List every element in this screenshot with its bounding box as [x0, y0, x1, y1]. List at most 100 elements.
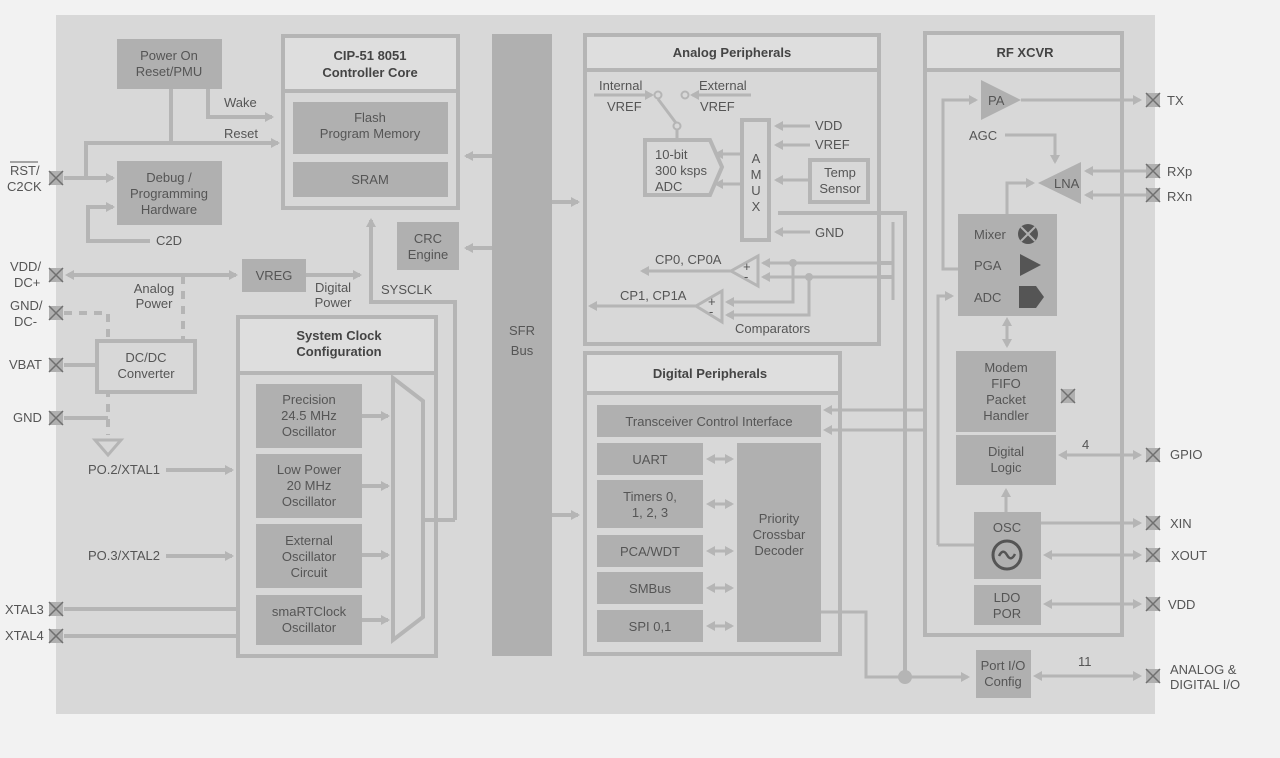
- pin-tx[interactable]: [1145, 92, 1161, 108]
- internal-vref-label-1: Internal: [599, 78, 642, 93]
- vreg-label: VREG: [256, 268, 293, 283]
- pin-label-tx: TX: [1167, 93, 1184, 108]
- por-label-2: Reset/PMU: [136, 64, 202, 79]
- pin-gnd-dc-minus[interactable]: [48, 305, 64, 321]
- cp1-label: CP1, CP1A: [620, 288, 687, 303]
- analog-title: Analog Peripherals: [673, 45, 791, 60]
- crc-label-1: CRC: [414, 231, 442, 246]
- ldo-label-2: POR: [993, 606, 1021, 621]
- amux-gnd-label: GND: [815, 225, 844, 240]
- tci-label: Transceiver Control Interface: [625, 414, 792, 429]
- pin-xtal3[interactable]: [48, 601, 64, 617]
- xtal2-label: PO.3/XTAL2: [88, 548, 160, 563]
- sysclk-label: SYSCLK: [381, 282, 433, 297]
- pin-label-rxn: RXn: [1167, 189, 1192, 204]
- wake-label: Wake: [224, 95, 257, 110]
- pga-label: PGA: [974, 258, 1002, 273]
- pin-xin[interactable]: [1145, 515, 1161, 531]
- controller-core-block: CIP-51 8051 Controller Core Flash Progra…: [281, 34, 460, 210]
- analog-power-label-1: Analog: [134, 281, 174, 296]
- dcdc-label-2: Converter: [117, 366, 175, 381]
- osc2-label-3: Circuit: [291, 565, 328, 580]
- vreg-block: VREG: [242, 259, 306, 292]
- timers-label-1: Timers 0,: [623, 489, 677, 504]
- pin-label-gnd-dc: GND/: [10, 298, 43, 313]
- debug-label-2: Programming: [130, 186, 208, 201]
- digital-logic-label-1: Digital: [988, 444, 1024, 459]
- pin-rxp[interactable]: [1145, 163, 1161, 179]
- temp-sensor-label-2: Sensor: [819, 181, 861, 196]
- pin-label-rxp: RXp: [1167, 164, 1192, 179]
- mixer-icon: [1018, 224, 1038, 244]
- ldo-label-1: LDO: [994, 590, 1021, 605]
- comparators-label: Comparators: [735, 321, 811, 336]
- modem-label-1: Modem: [984, 360, 1027, 375]
- pin-label-xout: XOUT: [1171, 548, 1207, 563]
- internal-vref-label-2: VREF: [607, 99, 642, 114]
- external-vref-label-2: VREF: [700, 99, 735, 114]
- osc2-label-1: External: [285, 533, 333, 548]
- pin-gpio[interactable]: [1145, 447, 1161, 463]
- crc-engine-block: CRC Engine: [397, 222, 459, 270]
- osc1-label-2: 20 MHz: [287, 478, 332, 493]
- adc-label-2: 300 ksps: [655, 163, 708, 178]
- sram-label: SRAM: [351, 172, 389, 187]
- pin-vdd-rf[interactable]: [1145, 596, 1161, 612]
- amux-letter-a: A: [752, 151, 761, 166]
- pin-label-vdd: VDD/: [10, 259, 41, 274]
- dcdc-label-1: DC/DC: [125, 350, 166, 365]
- crc-label-2: Engine: [408, 247, 448, 262]
- pin-label-rst: RST/: [10, 163, 40, 178]
- pin-rxn[interactable]: [1145, 187, 1161, 203]
- clock-config-title-1: System Clock: [296, 328, 382, 343]
- junction-dot: [898, 670, 912, 684]
- osc3-label-2: Oscillator: [282, 620, 337, 635]
- digital-peripherals-block: Digital Peripherals Transceiver Control …: [583, 351, 842, 656]
- pin-label-xin: XIN: [1170, 516, 1192, 531]
- pin-xtal4[interactable]: [48, 628, 64, 644]
- modem-label-3: Packet: [986, 392, 1026, 407]
- pin-analog-digital-io[interactable]: [1145, 668, 1161, 684]
- pin-xout[interactable]: [1145, 547, 1161, 563]
- rf-title: RF XCVR: [996, 45, 1054, 60]
- analog-power-label-2: Power: [136, 296, 174, 311]
- osc3-label-1: smaRTClock: [272, 604, 347, 619]
- crossbar-label-2: Crossbar: [753, 527, 806, 542]
- digital-title: Digital Peripherals: [653, 366, 767, 381]
- osc1-label-1: Low Power: [277, 462, 342, 477]
- pin-label-dc-minus: DC-: [14, 314, 37, 329]
- digital-power-label-1: Digital: [315, 280, 351, 295]
- osc0-label-1: Precision: [282, 392, 335, 407]
- pin-label-vbat: VBAT: [9, 357, 42, 372]
- por-label-1: Power On: [140, 48, 198, 63]
- external-vref-label-1: External: [699, 78, 747, 93]
- timers-label-2: 1, 2, 3: [632, 505, 668, 520]
- temp-sensor-label-1: Temp: [824, 165, 856, 180]
- cp1-minus: -: [709, 304, 713, 319]
- adc-label-1: 10-bit: [655, 147, 688, 162]
- osc1-label-3: Oscillator: [282, 494, 337, 509]
- lna-label: LNA: [1054, 176, 1080, 191]
- pin-modem-internal[interactable]: [1060, 388, 1076, 404]
- pin-rst-c2ck[interactable]: [48, 170, 64, 186]
- port-io-label-2: Config: [984, 674, 1022, 689]
- pin-gnd[interactable]: [48, 410, 64, 426]
- crossbar-label-3: Decoder: [754, 543, 804, 558]
- port-io-label-1: Port I/O: [981, 658, 1026, 673]
- sfr-bus-label-2: Bus: [511, 343, 534, 358]
- gpio-bus-width: 4: [1082, 437, 1089, 452]
- amux-letter-x: X: [752, 199, 761, 214]
- reset-label: Reset: [224, 126, 258, 141]
- pin-vdd-dc-plus[interactable]: [48, 267, 64, 283]
- xtal1-label: PO.2/XTAL1: [88, 462, 160, 477]
- rf-adc-label: ADC: [974, 290, 1001, 305]
- debug-label-3: Hardware: [141, 202, 197, 217]
- flash-label-1: Flash: [354, 110, 386, 125]
- osc0-label-3: Oscillator: [282, 424, 337, 439]
- mixer-label: Mixer: [974, 227, 1006, 242]
- pin-label-analog-io: ANALOG &: [1170, 662, 1237, 677]
- adc-label-3: ADC: [655, 179, 682, 194]
- amux-letter-u: U: [751, 183, 760, 198]
- pin-vbat[interactable]: [48, 357, 64, 373]
- modem-label-2: FIFO: [991, 376, 1021, 391]
